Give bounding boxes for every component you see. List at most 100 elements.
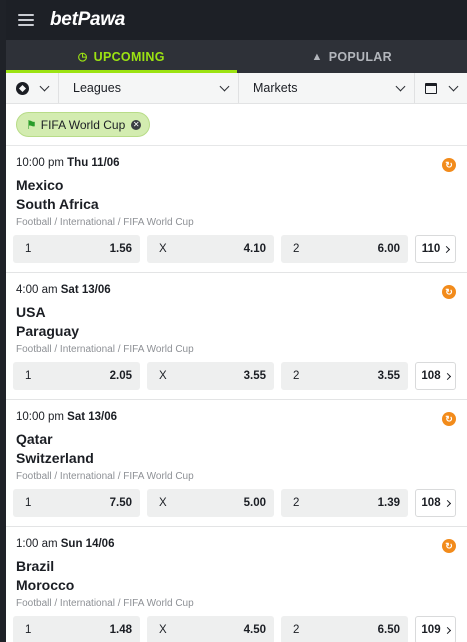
odds-pick: 1 bbox=[25, 370, 32, 382]
markets-label: Markets bbox=[253, 81, 298, 95]
boost-icon: ↻ bbox=[442, 539, 456, 553]
event-time: 1:00 am Sun 14/06 bbox=[16, 538, 114, 550]
more-markets-button[interactable]: 110 bbox=[415, 235, 456, 263]
odds-button-home[interactable]: 1 2.05 bbox=[13, 362, 140, 390]
close-icon[interactable]: ✕ bbox=[131, 119, 142, 130]
home-team: USA bbox=[16, 304, 46, 320]
odds-price: 3.55 bbox=[377, 370, 400, 382]
event-card[interactable]: 4:00 am Sat 13/06 ↻ USA Paraguay Footbal… bbox=[6, 273, 467, 400]
odds-button-home[interactable]: 1 1.56 bbox=[13, 235, 140, 263]
odds-button-home[interactable]: 1 1.48 bbox=[13, 616, 140, 642]
competition-path: Football / International / FIFA World Cu… bbox=[16, 344, 194, 355]
chevron-right-icon bbox=[443, 626, 451, 634]
event-time-value: 10:00 pm bbox=[16, 157, 64, 169]
odds-price: 6.50 bbox=[377, 624, 400, 636]
home-team: Mexico bbox=[16, 177, 64, 193]
filter-bar: Leagues Markets bbox=[6, 73, 467, 104]
odds-row: 1 1.56 X 4.10 2 6.00 110 bbox=[13, 235, 456, 263]
odds-button-draw[interactable]: X 5.00 bbox=[147, 489, 274, 517]
leagues-dropdown[interactable]: Leagues bbox=[59, 73, 239, 103]
chevron-right-icon bbox=[443, 245, 451, 253]
odds-pick: 1 bbox=[25, 497, 32, 509]
odds-button-away[interactable]: 2 6.50 bbox=[281, 616, 408, 642]
competition-path: Football / International / FIFA World Cu… bbox=[16, 598, 194, 609]
more-markets-button[interactable]: 109 bbox=[415, 616, 456, 642]
odds-button-draw[interactable]: X 3.55 bbox=[147, 362, 274, 390]
odds-pick: X bbox=[159, 624, 167, 636]
event-time-value: 1:00 am bbox=[16, 538, 58, 550]
filter-chip-fifa-world-cup[interactable]: ⚑ FIFA World Cup ✕ bbox=[16, 112, 151, 137]
home-team: Brazil bbox=[16, 558, 55, 574]
betpawa-logo[interactable]: betPawa bbox=[50, 9, 125, 31]
tab-upcoming-label: UPCOMING bbox=[93, 49, 165, 64]
more-markets-count: 109 bbox=[421, 624, 441, 636]
odds-pick: 2 bbox=[293, 370, 300, 382]
away-team: Morocco bbox=[16, 577, 75, 593]
logo-part-pawa: Pawa bbox=[77, 9, 126, 30]
odds-pick: 1 bbox=[25, 243, 32, 255]
chevron-down-icon bbox=[448, 81, 459, 91]
odds-pick: 2 bbox=[293, 624, 300, 636]
boost-icon: ↻ bbox=[442, 285, 456, 299]
boost-icon: ↻ bbox=[442, 412, 456, 426]
markets-dropdown[interactable]: Markets bbox=[239, 73, 415, 103]
event-date: Sun 14/06 bbox=[60, 538, 115, 550]
top-bar: betPawa bbox=[6, 0, 467, 40]
away-team: Switzerland bbox=[16, 450, 94, 466]
more-markets-count: 108 bbox=[421, 370, 441, 382]
tab-popular[interactable]: ▲ POPULAR bbox=[237, 40, 467, 73]
odds-price: 4.50 bbox=[243, 624, 266, 636]
clock-icon: ◷ bbox=[77, 51, 88, 63]
away-team: Paraguay bbox=[16, 323, 80, 339]
filter-chip-label: FIFA World Cup bbox=[40, 117, 126, 132]
calendar-icon bbox=[425, 82, 437, 94]
odds-price: 6.00 bbox=[377, 243, 400, 255]
events-list: 10:00 pm Thu 11/06 ↻ Mexico South Africa… bbox=[6, 146, 467, 642]
odds-pick: 1 bbox=[25, 624, 32, 636]
home-team: Qatar bbox=[16, 431, 53, 447]
event-date: Thu 11/06 bbox=[67, 157, 120, 169]
flame-icon: ▲ bbox=[311, 50, 323, 63]
event-time-value: 4:00 am bbox=[16, 284, 58, 296]
app-shell: betPawa ◷ UPCOMING ▲ POPULAR Leagues Mar… bbox=[0, 0, 467, 642]
odds-price: 4.10 bbox=[243, 243, 266, 255]
away-team: South Africa bbox=[16, 196, 99, 212]
odds-pick: 2 bbox=[293, 497, 300, 509]
more-markets-count: 110 bbox=[421, 243, 441, 255]
hamburger-icon[interactable] bbox=[18, 14, 34, 26]
odds-button-draw[interactable]: X 4.50 bbox=[147, 616, 274, 642]
sport-selector[interactable] bbox=[6, 73, 59, 103]
event-time-value: 10:00 pm bbox=[16, 411, 64, 423]
chevron-down-icon bbox=[395, 81, 406, 91]
leagues-label: Leagues bbox=[73, 81, 121, 95]
odds-button-draw[interactable]: X 4.10 bbox=[147, 235, 274, 263]
event-date: Sat 13/06 bbox=[67, 411, 118, 423]
more-markets-button[interactable]: 108 bbox=[415, 489, 456, 517]
odds-row: 1 7.50 X 5.00 2 1.39 108 bbox=[13, 489, 456, 517]
odds-pick: 2 bbox=[293, 243, 300, 255]
odds-button-away[interactable]: 2 1.39 bbox=[281, 489, 408, 517]
event-date: Sat 13/06 bbox=[60, 284, 111, 296]
odds-price: 3.55 bbox=[243, 370, 266, 382]
active-filters: ⚑ FIFA World Cup ✕ bbox=[6, 104, 467, 146]
more-markets-button[interactable]: 108 bbox=[415, 362, 456, 390]
odds-button-home[interactable]: 1 7.50 bbox=[13, 489, 140, 517]
event-time: 4:00 am Sat 13/06 bbox=[16, 284, 111, 296]
odds-price: 7.50 bbox=[109, 497, 132, 509]
odds-button-away[interactable]: 2 6.00 bbox=[281, 235, 408, 263]
event-card[interactable]: 1:00 am Sun 14/06 ↻ Brazil Morocco Footb… bbox=[6, 527, 467, 642]
event-time: 10:00 pm Sat 13/06 bbox=[16, 411, 117, 423]
tab-upcoming[interactable]: ◷ UPCOMING bbox=[6, 40, 237, 73]
odds-price: 5.00 bbox=[243, 497, 266, 509]
chevron-right-icon bbox=[443, 372, 451, 380]
odds-pick: X bbox=[159, 497, 167, 509]
date-selector[interactable] bbox=[415, 73, 467, 103]
event-time: 10:00 pm Thu 11/06 bbox=[16, 157, 120, 169]
odds-row: 1 2.05 X 3.55 2 3.55 108 bbox=[13, 362, 456, 390]
event-card[interactable]: 10:00 pm Thu 11/06 ↻ Mexico South Africa… bbox=[6, 146, 467, 273]
boost-icon: ↻ bbox=[442, 158, 456, 172]
odds-button-away[interactable]: 2 3.55 bbox=[281, 362, 408, 390]
chevron-right-icon bbox=[443, 499, 451, 507]
event-card[interactable]: 10:00 pm Sat 13/06 ↻ Qatar Switzerland F… bbox=[6, 400, 467, 527]
odds-pick: X bbox=[159, 243, 167, 255]
